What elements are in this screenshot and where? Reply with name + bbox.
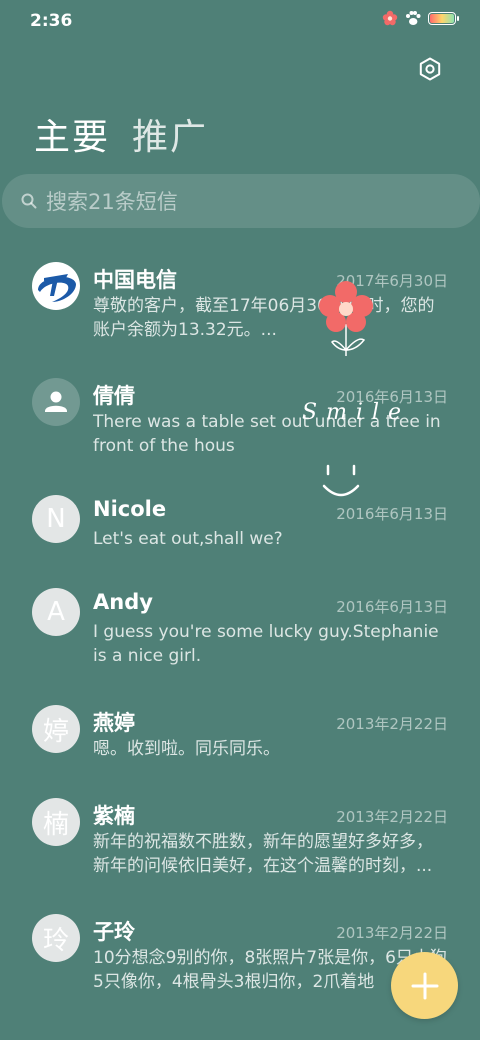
- message-date: 2016年6月13日: [336, 598, 448, 616]
- avatar-person: [32, 378, 80, 426]
- message-date: 2017年6月30日: [336, 272, 448, 290]
- conversation-item[interactable]: 倩倩 2016年6月13日 There was a table set out …: [0, 364, 480, 464]
- new-message-button[interactable]: [391, 952, 458, 1019]
- avatar-letter: 楠: [32, 798, 80, 846]
- message-date: 2016年6月13日: [336, 388, 448, 406]
- message-preview: Let's eat out,shall we?: [93, 529, 283, 549]
- search-placeholder: 搜索21条短信: [46, 190, 178, 214]
- person-icon: [45, 391, 67, 412]
- contact-name: 中国电信: [93, 268, 177, 292]
- battery-icon: [428, 11, 459, 25]
- status-icons: [382, 10, 459, 26]
- tab-primary[interactable]: 主要: [34, 108, 110, 160]
- message-preview: 尊敬的客户，截至17年06月30日15时，您的账户余额为13.32元。...: [93, 296, 435, 340]
- telecom-logo-icon: [33, 263, 79, 309]
- message-date: 2013年2月22日: [336, 715, 448, 733]
- contact-name: 紫楠: [93, 804, 135, 828]
- conversation-item[interactable]: A Andy 2016年6月13日 I guess you're some lu…: [0, 574, 480, 674]
- conversation-item[interactable]: 中国电信 2017年6月30日 尊敬的客户，截至17年06月30日15时，您的账…: [0, 248, 480, 358]
- message-date: 2013年2月22日: [336, 808, 448, 826]
- avatar-letter: 玲: [32, 914, 80, 962]
- message-date: 2013年2月22日: [336, 924, 448, 942]
- search-icon: [21, 193, 37, 209]
- flower-icon: [382, 10, 398, 26]
- contact-name: 倩倩: [93, 384, 135, 408]
- contact-name: 子玲: [93, 920, 135, 944]
- message-date: 2016年6月13日: [336, 505, 448, 523]
- conversation-item[interactable]: 婷 燕婷 2013年2月22日 嗯。收到啦。同乐同乐。: [0, 691, 480, 775]
- status-time: 2:36: [30, 11, 73, 31]
- status-bar: 2:36: [0, 0, 480, 40]
- message-preview: 新年的祝福数不胜数，新年的愿望好多好多，新年的问候依旧美好，在这个温馨的时刻，.…: [93, 832, 433, 876]
- settings-icon[interactable]: [418, 57, 442, 81]
- messages-app: 2:36 主要 推广 搜索21条短信 中国电信 2017年6月30日 尊敬的客户…: [0, 0, 480, 1040]
- contact-name: 燕婷: [93, 711, 135, 735]
- avatar-letter: N: [32, 495, 80, 543]
- conversation-item[interactable]: 楠 紫楠 2013年2月22日 新年的祝福数不胜数，新年的愿望好多好多，新年的问…: [0, 784, 480, 884]
- paw-icon: [406, 11, 421, 25]
- contact-name: Nicole: [93, 497, 167, 521]
- search-bar[interactable]: 搜索21条短信: [2, 174, 480, 228]
- message-preview: 嗯。收到啦。同乐同乐。: [93, 739, 280, 759]
- conversation-item[interactable]: N Nicole 2016年6月13日 Let's eat out,shall …: [0, 481, 480, 565]
- message-preview: There was a table set out under a tree i…: [93, 412, 441, 456]
- avatar-letter: 婷: [32, 705, 80, 753]
- tab-bar: 主要 推广: [34, 108, 208, 160]
- contact-name: Andy: [93, 590, 153, 614]
- message-preview: I guess you're some lucky guy.Stephanie …: [93, 622, 439, 666]
- plus-icon: [411, 972, 438, 999]
- avatar-letter: A: [32, 588, 80, 636]
- tab-promotions[interactable]: 推广: [132, 108, 208, 160]
- avatar-telecom-logo: [32, 262, 80, 310]
